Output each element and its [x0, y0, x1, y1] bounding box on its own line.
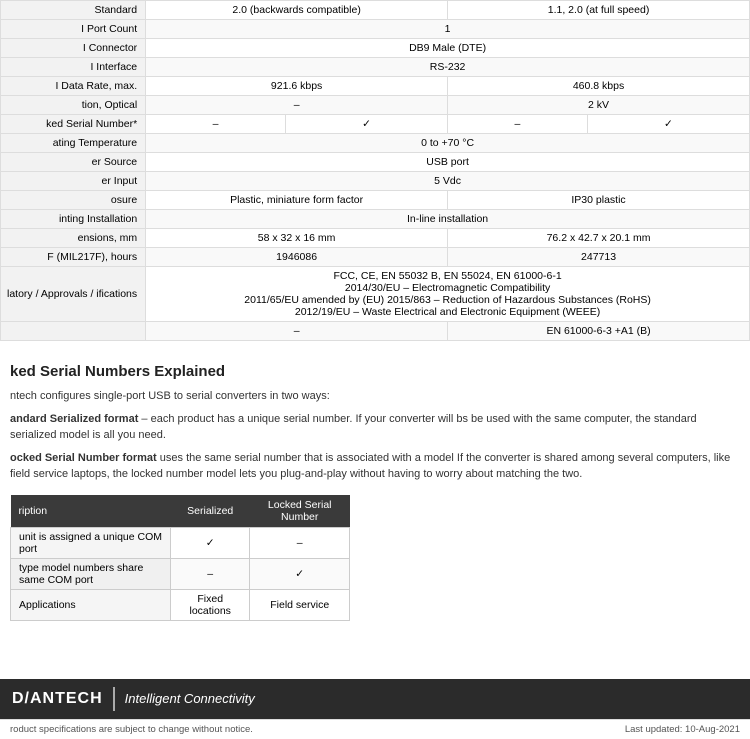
spec-value: 0 to +70 °C: [146, 134, 750, 153]
explained-section: ked Serial Numbers Explained ntech confi…: [0, 351, 750, 629]
comparison-serialized: ✓: [171, 527, 250, 558]
spec-label: I Connector: [1, 39, 146, 58]
footer-note-right: Last updated: 10-Aug-2021: [625, 724, 740, 735]
spec-value-split: –2 kV: [146, 96, 750, 115]
spec-split-col1: –: [146, 96, 447, 114]
table-row: F (MIL217F), hours1946086247713: [1, 248, 750, 267]
spec-split-col1: 2.0 (backwards compatible): [146, 1, 447, 19]
spec-label: ating Temperature: [1, 134, 146, 153]
comparison-row: unit is assigned a unique COM port✓–: [11, 527, 350, 558]
specs-table: Standard2.0 (backwards compatible)1.1, 2…: [0, 0, 750, 341]
spec-split-col2: 460.8 kbps: [447, 77, 749, 95]
spec-value: RS-232: [146, 58, 750, 77]
spec-label: latory / Approvals / ifications: [1, 267, 146, 322]
spec-value-split: 921.6 kbps460.8 kbps: [146, 77, 750, 96]
spec-split-col2: 76.2 x 42.7 x 20.1 mm: [447, 229, 749, 247]
spec-value: DB9 Male (DTE): [146, 39, 750, 58]
spec-label: ensions, mm: [1, 229, 146, 248]
comparison-header-1: Serialized: [171, 495, 250, 528]
spec-split-col2: IP30 plastic: [447, 191, 749, 209]
spec-value: 5 Vdc: [146, 172, 750, 191]
spec-value: 1: [146, 20, 750, 39]
comparison-serialized: –: [171, 558, 250, 589]
spec-split-col1: –: [146, 322, 447, 340]
comparison-locked: ✓: [250, 558, 350, 589]
comparison-row: ApplicationsFixed locationsField service: [11, 589, 350, 620]
spec-split-col2: 247713: [447, 248, 749, 266]
spec-label: er Source: [1, 153, 146, 172]
footer-note-left: roduct specifications are subject to cha…: [10, 724, 253, 735]
comparison-desc: type model numbers share same COM port: [11, 558, 171, 589]
table-row: I InterfaceRS-232: [1, 58, 750, 77]
explained-para1: andard Serialized format – each product …: [10, 411, 740, 444]
spec-label: tion, Optical: [1, 96, 146, 115]
para1-label: andard Serialized format: [10, 413, 138, 425]
spec-split-col1: 1946086: [146, 248, 447, 266]
table-row: I Port Count1: [1, 20, 750, 39]
table-row: ating Temperature0 to +70 °C: [1, 134, 750, 153]
spec-value-split: –EN 61000-6-3 +A1 (B): [146, 322, 750, 341]
spec-label: Standard: [1, 1, 146, 20]
spec-split-col1: 58 x 32 x 16 mm: [146, 229, 447, 247]
comparison-row: type model numbers share same COM port–✓: [11, 558, 350, 589]
spec-label: inting Installation: [1, 210, 146, 229]
table-row: tion, Optical–2 kV: [1, 96, 750, 115]
spec-split-col2: 1.1, 2.0 (at full speed): [447, 1, 749, 19]
explained-para2: ocked Serial Number format uses the same…: [10, 450, 740, 483]
spec-label: I Interface: [1, 58, 146, 77]
comparison-table: riptionSerializedLocked Serial Number un…: [10, 495, 350, 621]
spec-quad-col2: ✓: [286, 115, 448, 134]
spec-split-col1: Plastic, miniature form factor: [146, 191, 447, 209]
spec-label: I Data Rate, max.: [1, 77, 146, 96]
spec-value: In-line installation: [146, 210, 750, 229]
table-row: inting InstallationIn-line installation: [1, 210, 750, 229]
spec-quad-col1: –: [146, 115, 286, 134]
comparison-desc: unit is assigned a unique COM port: [11, 527, 171, 558]
spec-quad-col4: ✓: [587, 115, 749, 134]
spec-value: USB port: [146, 153, 750, 172]
table-row: latory / Approvals / ificationsFCC, CE, …: [1, 267, 750, 322]
comparison-header-2: Locked Serial Number: [250, 495, 350, 528]
table-row: er SourceUSB port: [1, 153, 750, 172]
footer-divider: [113, 687, 115, 711]
spec-quad-col3: –: [447, 115, 587, 134]
spec-value-split: Plastic, miniature form factorIP30 plast…: [146, 191, 750, 210]
table-row: er Input5 Vdc: [1, 172, 750, 191]
table-row: ensions, mm58 x 32 x 16 mm76.2 x 42.7 x …: [1, 229, 750, 248]
spec-value-split: 1946086247713: [146, 248, 750, 267]
spec-label: ked Serial Number*: [1, 115, 146, 134]
comparison-header-0: ription: [11, 495, 171, 528]
footer-tagline: Intelligent Connectivity: [125, 691, 255, 706]
footer: D/ANTECH Intelligent Connectivity: [0, 679, 750, 719]
comparison-locked: –: [250, 527, 350, 558]
spec-value-split: 58 x 32 x 16 mm76.2 x 42.7 x 20.1 mm: [146, 229, 750, 248]
explained-heading: ked Serial Numbers Explained: [10, 363, 740, 380]
spec-split-col1: 921.6 kbps: [146, 77, 447, 95]
spec-label: er Input: [1, 172, 146, 191]
footer-note: roduct specifications are subject to cha…: [0, 719, 750, 739]
table-row: osurePlastic, miniature form factorIP30 …: [1, 191, 750, 210]
comparison-serialized: Fixed locations: [171, 589, 250, 620]
brand-name: D/ANTECH: [12, 690, 103, 708]
explained-intro: ntech configures single-port USB to seri…: [10, 388, 740, 405]
table-row: I ConnectorDB9 Male (DTE): [1, 39, 750, 58]
spec-split-col2: EN 61000-6-3 +A1 (B): [447, 322, 749, 340]
comparison-desc: Applications: [11, 589, 171, 620]
spec-label: osure: [1, 191, 146, 210]
table-row: –EN 61000-6-3 +A1 (B): [1, 322, 750, 341]
table-row: I Data Rate, max.921.6 kbps460.8 kbps: [1, 77, 750, 96]
spec-value-multi: FCC, CE, EN 55032 B, EN 55024, EN 61000-…: [146, 267, 750, 322]
table-row: Standard2.0 (backwards compatible)1.1, 2…: [1, 1, 750, 20]
spec-label: I Port Count: [1, 20, 146, 39]
spec-split-col2: 2 kV: [447, 96, 749, 114]
spec-value-split: 2.0 (backwards compatible)1.1, 2.0 (at f…: [146, 1, 750, 20]
spec-label: F (MIL217F), hours: [1, 248, 146, 267]
spec-label: [1, 322, 146, 341]
table-row: ked Serial Number*–✓–✓: [1, 115, 750, 134]
para2-label: ocked Serial Number format: [10, 452, 157, 464]
comparison-locked: Field service: [250, 589, 350, 620]
